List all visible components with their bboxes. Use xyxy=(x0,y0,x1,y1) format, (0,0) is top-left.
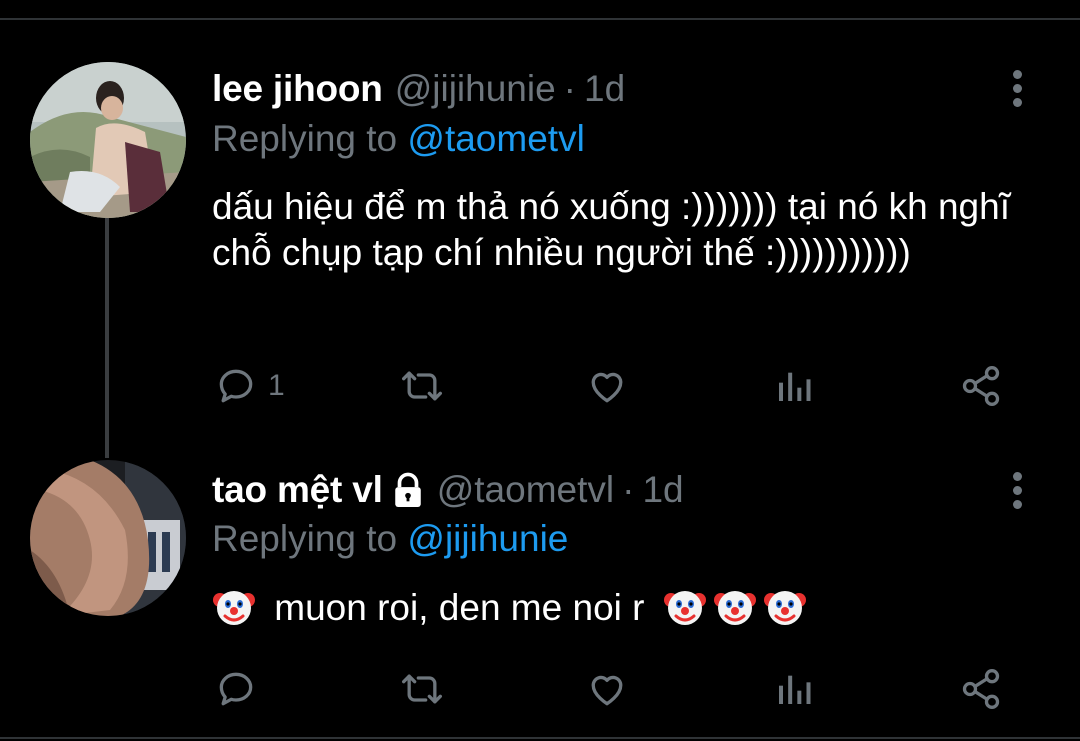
user-handle[interactable]: @jijihunie xyxy=(395,68,556,110)
clown-emoji xyxy=(663,591,706,625)
replying-prefix: Replying to xyxy=(212,518,398,559)
analytics-button[interactable] xyxy=(774,362,814,410)
like-button[interactable] xyxy=(584,665,630,713)
analytics-button[interactable] xyxy=(774,665,814,713)
like-button[interactable] xyxy=(584,362,630,410)
more-icon[interactable] xyxy=(1007,472,1027,516)
separator: · xyxy=(622,469,635,510)
timestamp[interactable]: 1d xyxy=(642,469,683,511)
clown-emoji xyxy=(763,591,806,625)
replying-to: Replying to @taometvl xyxy=(212,118,585,160)
analytics-icon xyxy=(779,675,811,704)
separator: · xyxy=(563,68,576,109)
tweet-actions xyxy=(212,665,1022,713)
top-divider xyxy=(0,18,1080,20)
user-handle[interactable]: @taometvl xyxy=(437,469,614,511)
replying-mention[interactable]: @taometvl xyxy=(407,118,584,159)
more-icon[interactable] xyxy=(1007,70,1027,114)
tweet-actions: 1 xyxy=(212,362,1022,410)
reply-icon xyxy=(219,672,253,706)
tweet-text: muon roi, den me noi r xyxy=(212,584,1042,631)
analytics-icon xyxy=(779,372,811,401)
timestamp[interactable]: 1d xyxy=(584,68,625,110)
retweet-icon xyxy=(402,371,442,401)
clown-emoji xyxy=(213,591,255,625)
tweet-header: lee jihoon @jijihunie · 1d xyxy=(212,64,625,114)
retweet-button[interactable] xyxy=(398,665,446,713)
replying-mention[interactable]: @jijihunie xyxy=(407,518,568,559)
share-icon xyxy=(962,669,1000,709)
replying-prefix: Replying to xyxy=(212,118,398,159)
reply-count: 1 xyxy=(268,369,285,402)
reply-button[interactable]: 1 xyxy=(214,362,285,410)
display-name[interactable]: tao mệt vl xyxy=(212,469,383,511)
tweet-header: tao mệt vl @taometvl · 1d xyxy=(212,465,684,515)
reply-icon xyxy=(219,369,253,403)
reply-button[interactable] xyxy=(214,665,268,713)
like-icon xyxy=(591,675,623,706)
replying-to: Replying to @jijihunie xyxy=(212,518,568,560)
bottom-divider xyxy=(0,737,1080,739)
retweet-icon xyxy=(402,674,442,704)
share-icon xyxy=(962,366,1000,406)
clown-emoji xyxy=(713,591,756,625)
tweet-text-body: muon roi, den me noi r xyxy=(274,587,645,628)
avatar-tao-met-vl[interactable] xyxy=(30,460,186,616)
tweet-text: dấu hiệu để m thả nó xuống :))))))) tại … xyxy=(212,186,1010,273)
lock-icon xyxy=(394,472,421,507)
share-button[interactable] xyxy=(958,362,1004,410)
retweet-button[interactable] xyxy=(398,362,446,410)
thread-connector-line xyxy=(105,218,109,458)
display-name[interactable]: lee jihoon xyxy=(212,68,383,110)
share-button[interactable] xyxy=(958,665,1004,713)
like-icon xyxy=(591,372,623,403)
avatar-lee-jihoon[interactable] xyxy=(30,62,186,218)
